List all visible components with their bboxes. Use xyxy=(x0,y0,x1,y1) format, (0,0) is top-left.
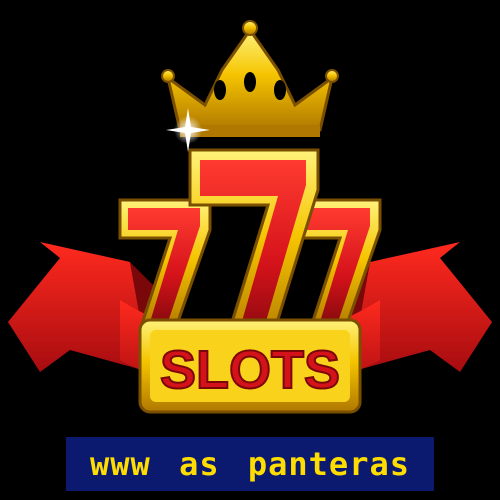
slots-logo: SLOTS xyxy=(8,20,492,414)
slots-plaque: SLOTS xyxy=(138,318,362,414)
seven-center xyxy=(188,148,320,347)
caption-bar: www as panteras xyxy=(66,437,434,491)
caption-text: www as panteras xyxy=(90,445,410,483)
slots-word: SLOTS xyxy=(160,340,340,400)
